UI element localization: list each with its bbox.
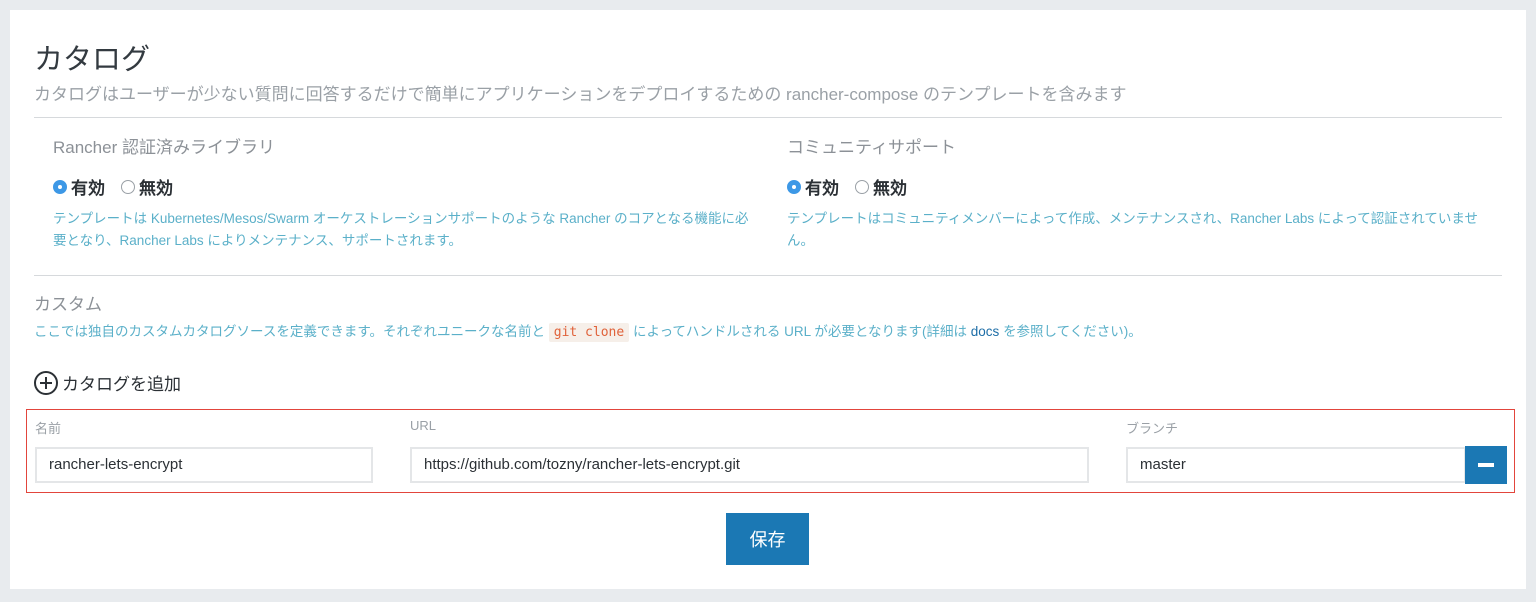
page-title: カタログ bbox=[34, 44, 151, 76]
custom-help-mid: によってハンドルされる URL が必要となります(詳細は bbox=[632, 324, 967, 339]
library-radio-group: 有効 無効 bbox=[53, 174, 189, 199]
community-enabled-radio[interactable]: 有効 bbox=[787, 174, 839, 199]
add-catalog-label: カタログを追加 bbox=[62, 375, 181, 394]
radio-unchecked-icon bbox=[855, 179, 869, 194]
plus-circle-icon bbox=[34, 370, 58, 395]
url-label: URL bbox=[410, 418, 437, 433]
minus-icon bbox=[1478, 463, 1494, 467]
divider bbox=[34, 117, 1502, 118]
community-disabled-label: 無効 bbox=[873, 179, 907, 198]
library-help-text: テンプレートは Kubernetes/Mesos/Swarm オーケストレーショ… bbox=[53, 211, 749, 248]
community-enabled-label: 有効 bbox=[805, 179, 839, 198]
divider bbox=[34, 275, 1502, 276]
library-enabled-label: 有効 bbox=[71, 179, 105, 198]
name-input[interactable]: rancher-lets-encrypt bbox=[35, 447, 373, 483]
page-subtitle: カタログはユーザーが少ない質問に回答するだけで簡単にアプリケーションをデプロイす… bbox=[34, 85, 1127, 104]
catalog-entry-row: 名前 rancher-lets-encrypt URL https://gith… bbox=[26, 409, 1515, 493]
library-enabled-radio[interactable]: 有効 bbox=[53, 174, 105, 199]
custom-help-pre: ここでは独自のカスタムカタログソースを定義できます。それぞれユニークな名前と bbox=[34, 324, 545, 339]
git-clone-code: git clone bbox=[548, 323, 630, 342]
library-disabled-label: 無効 bbox=[139, 179, 173, 198]
add-catalog-button[interactable]: カタログを追加 bbox=[34, 370, 181, 395]
radio-checked-icon bbox=[787, 179, 801, 194]
community-radio-group: 有効 無効 bbox=[787, 174, 923, 199]
branch-input[interactable]: master bbox=[1126, 447, 1466, 483]
custom-help-post: を参照してください)。 bbox=[1003, 324, 1142, 339]
library-section-title: Rancher 認証済みライブラリ bbox=[53, 138, 275, 157]
custom-section-title: カスタム bbox=[34, 295, 102, 314]
url-input[interactable]: https://github.com/tozny/rancher-lets-en… bbox=[410, 447, 1089, 483]
radio-checked-icon bbox=[53, 179, 67, 194]
docs-link[interactable]: docs bbox=[971, 324, 1000, 339]
community-help-text: テンプレートはコミュニティメンバーによって作成、メンテナンスされ、Rancher… bbox=[787, 211, 1478, 248]
name-label: 名前 bbox=[35, 421, 62, 436]
catalog-settings-panel: カタログ カタログはユーザーが少ない質問に回答するだけで簡単にアプリケーションを… bbox=[10, 10, 1526, 589]
community-disabled-radio[interactable]: 無効 bbox=[855, 174, 907, 199]
custom-help-text: ここでは独自のカスタムカタログソースを定義できます。それぞれユニークな名前と g… bbox=[34, 321, 1142, 344]
radio-unchecked-icon bbox=[121, 179, 135, 194]
save-button[interactable]: 保存 bbox=[726, 513, 809, 565]
remove-catalog-button[interactable] bbox=[1465, 446, 1507, 484]
community-section-title: コミュニティサポート bbox=[787, 138, 956, 157]
library-disabled-radio[interactable]: 無効 bbox=[121, 174, 173, 199]
branch-label: ブランチ bbox=[1126, 421, 1179, 436]
